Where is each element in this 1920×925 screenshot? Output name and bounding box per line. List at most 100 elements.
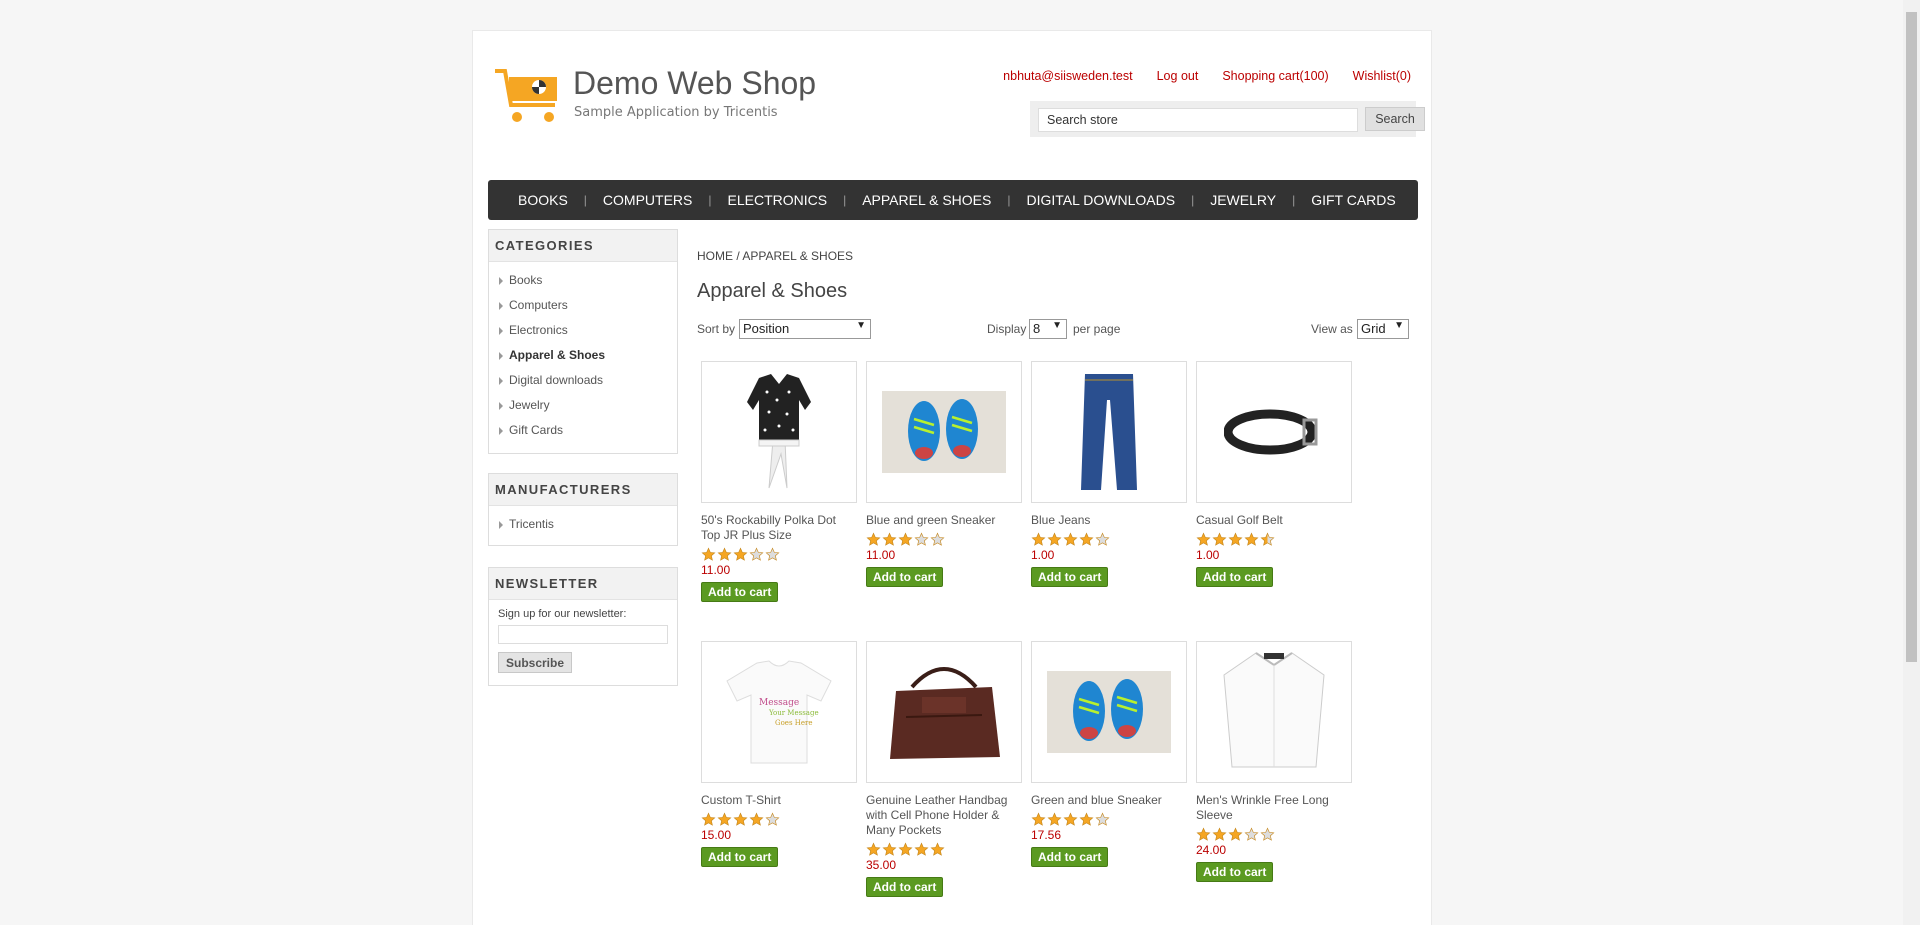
account-link[interactable]: nbhuta@siisweden.test	[1003, 69, 1132, 83]
add-to-cart-button[interactable]: Add to cart	[701, 582, 779, 602]
category-gift-cards[interactable]: Gift Cards	[499, 418, 677, 443]
per-page-label: per page	[1073, 322, 1121, 336]
product-card: Blue Jeans 1.00 Add to cart	[1031, 361, 1187, 587]
menu-digital-downloads[interactable]: DIGITAL DOWNLOADS	[1011, 192, 1192, 208]
sort-select[interactable]: Position ▼	[739, 319, 871, 339]
dropdown-caret-icon: ▼	[1052, 320, 1062, 331]
scrollbar-thumb[interactable]	[1906, 12, 1917, 662]
add-to-cart-button[interactable]: Add to cart	[701, 847, 779, 867]
breadcrumb[interactable]: HOME / APPAREL & SHOES	[697, 249, 853, 263]
star-icon	[1095, 532, 1110, 546]
arrow-right-icon	[499, 351, 503, 360]
product-title[interactable]: Green and blue Sneaker	[1031, 793, 1187, 808]
menu-electronics[interactable]: ELECTRONICS	[712, 192, 844, 208]
product-card: Message Your Message Goes Here Custom T-Shi…	[701, 641, 857, 867]
star-icon	[749, 812, 764, 826]
product-card: Blue and green Sneaker 11.00 Add to cart	[866, 361, 1022, 587]
search-input[interactable]	[1038, 108, 1358, 132]
search-button[interactable]: Search	[1365, 107, 1425, 131]
product-card: Casual Golf Belt 1.00 Add to cart	[1196, 361, 1352, 587]
view-mode-select[interactable]: Grid ▼	[1357, 319, 1409, 339]
wishlist-link[interactable]: Wishlist(0)	[1353, 69, 1411, 83]
star-icon	[1047, 532, 1062, 546]
category-apparel-shoes[interactable]: Apparel & Shoes	[499, 343, 677, 368]
product-image[interactable]	[1196, 361, 1352, 503]
add-to-cart-button[interactable]: Add to cart	[866, 877, 944, 897]
product-price: 35.00	[866, 858, 897, 872]
svg-text:Your Message: Your Message	[768, 709, 819, 717]
product-image[interactable]	[701, 361, 857, 503]
arrow-right-icon	[499, 401, 503, 410]
category-books[interactable]: Books	[499, 268, 677, 293]
arrow-right-icon	[499, 301, 503, 310]
newsletter-label: Sign up for our newsletter:	[498, 608, 627, 620]
product-price: 24.00	[1196, 843, 1227, 857]
product-image[interactable]	[866, 361, 1022, 503]
menu-gift-cards[interactable]: GIFT CARDS	[1295, 192, 1412, 208]
star-icon	[1244, 532, 1259, 546]
star-icon	[717, 547, 732, 561]
product-title[interactable]: Men's Wrinkle Free Long Sleeve	[1196, 793, 1352, 823]
menu-apparel-shoes[interactable]: APPAREL & SHOES	[846, 192, 1007, 208]
star-icon	[1196, 532, 1211, 546]
add-to-cart-button[interactable]: Add to cart	[866, 567, 944, 587]
product-title[interactable]: Blue and green Sneaker	[866, 513, 1022, 528]
product-card: 50's Rockabilly Polka Dot Top JR Plus Si…	[701, 361, 857, 602]
star-icon	[1031, 532, 1046, 546]
header-links: nbhuta@siisweden.test Log out Shopping c…	[1003, 69, 1411, 83]
product-image[interactable]	[1031, 361, 1187, 503]
product-image[interactable]	[1031, 641, 1187, 783]
subscribe-button[interactable]: Subscribe	[498, 652, 573, 673]
add-to-cart-button[interactable]: Add to cart	[1031, 847, 1109, 867]
product-title[interactable]: 50's Rockabilly Polka Dot Top JR Plus Si…	[701, 513, 857, 543]
product-title[interactable]: Genuine Leather Handbag with Cell Phone …	[866, 793, 1022, 838]
star-icon	[898, 842, 913, 856]
search-box: Search	[1030, 101, 1425, 137]
product-image[interactable]	[1196, 641, 1352, 783]
svg-text:Message: Message	[759, 698, 799, 708]
product-title[interactable]: Casual Golf Belt	[1196, 513, 1352, 528]
menu-jewelry[interactable]: JEWELRY	[1194, 192, 1292, 208]
menu-computers[interactable]: COMPUTERS	[587, 192, 708, 208]
page-scrollbar[interactable]	[1903, 0, 1920, 925]
manufacturer-tricentis[interactable]: Tricentis	[499, 512, 677, 537]
site-title[interactable]: Demo Web Shop	[573, 65, 816, 102]
menu-books[interactable]: BOOKS	[502, 192, 584, 208]
product-rating	[701, 547, 857, 562]
product-rating	[701, 812, 857, 827]
product-rating	[1196, 827, 1352, 842]
star-icon	[1228, 827, 1243, 841]
logout-link[interactable]: Log out	[1157, 69, 1199, 83]
product-image[interactable]	[866, 641, 1022, 783]
arrow-right-icon	[499, 326, 503, 335]
star-icon	[882, 532, 897, 546]
shopping-cart-link[interactable]: Shopping cart(100)	[1222, 69, 1328, 83]
star-icon	[914, 532, 929, 546]
add-to-cart-button[interactable]: Add to cart	[1031, 567, 1109, 587]
star-icon	[733, 547, 748, 561]
star-icon	[1031, 812, 1046, 826]
cart-logo-icon[interactable]	[493, 67, 565, 125]
product-rating	[1031, 812, 1187, 827]
star-icon	[866, 842, 881, 856]
category-electronics[interactable]: Electronics	[499, 318, 677, 343]
page-container: Demo Web Shop Sample Application by Tric…	[472, 30, 1432, 925]
category-digital-downloads[interactable]: Digital downloads	[499, 368, 677, 393]
add-to-cart-button[interactable]: Add to cart	[1196, 862, 1274, 882]
product-image[interactable]: Message Your Message Goes Here	[701, 641, 857, 783]
category-jewelry[interactable]: Jewelry	[499, 393, 677, 418]
page-size-select[interactable]: 8 ▼	[1029, 319, 1067, 339]
product-price: 1.00	[1031, 548, 1055, 562]
star-icon	[717, 812, 732, 826]
add-to-cart-button[interactable]: Add to cart	[1196, 567, 1274, 587]
category-computers[interactable]: Computers	[499, 293, 677, 318]
view-as-label: View as	[1311, 322, 1353, 336]
star-icon	[866, 532, 881, 546]
arrow-right-icon	[499, 376, 503, 385]
product-title[interactable]: Blue Jeans	[1031, 513, 1187, 528]
product-title[interactable]: Custom T-Shirt	[701, 793, 857, 808]
product-rating	[1031, 532, 1187, 547]
star-icon	[1260, 532, 1275, 546]
star-icon	[1212, 532, 1227, 546]
newsletter-email-input[interactable]	[498, 625, 668, 644]
